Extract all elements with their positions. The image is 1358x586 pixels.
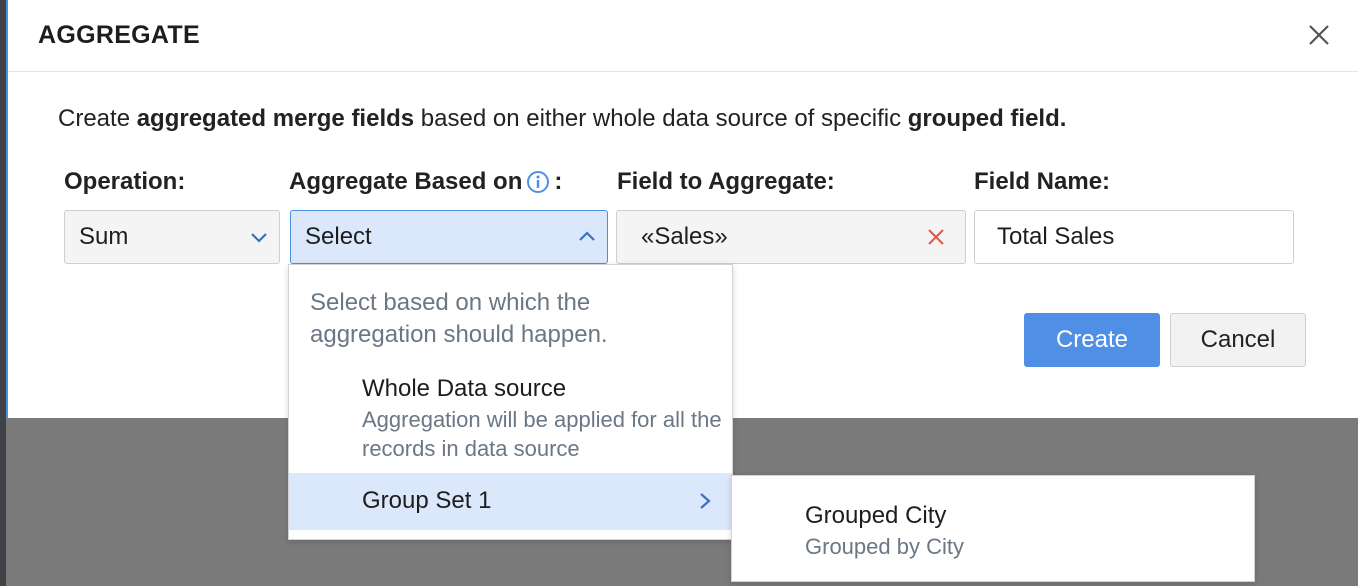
field-name-label: Field Name: [974, 168, 1111, 195]
operation-label: Operation: [64, 168, 186, 195]
field-to-aggregate-label: Field to Aggregate: [617, 168, 835, 195]
submenu-item-title: Grouped City [805, 502, 947, 529]
option-subtitle: Aggregation will be applied for all the … [362, 407, 722, 461]
operation-value: Sum [79, 223, 129, 250]
chevron-down-icon [251, 233, 267, 243]
option-title: Whole Data source [362, 375, 567, 402]
clear-icon[interactable] [927, 228, 945, 246]
field-name-input[interactable]: Total Sales [974, 210, 1294, 264]
dialog-header: AGGREGATE [8, 0, 1358, 72]
chevron-up-icon [579, 231, 595, 241]
submenu-item-subtitle: Grouped by City [805, 534, 964, 559]
dropdown-hint: Select based on which the aggregation sh… [310, 289, 608, 348]
aggregate-based-on-label: Aggregate Based on : [289, 168, 563, 195]
aggregate-based-on-dropdown: Select based on which the aggregation sh… [288, 264, 733, 540]
chevron-right-icon [700, 493, 711, 509]
aggregate-based-on-select[interactable]: Select [290, 210, 608, 264]
field-name-value: Total Sales [997, 223, 1115, 250]
field-to-aggregate-input[interactable]: «Sales» [616, 210, 966, 264]
close-button[interactable] [1304, 20, 1334, 50]
info-icon[interactable] [526, 170, 550, 194]
operation-select[interactable]: Sum [64, 210, 280, 264]
cancel-button[interactable]: Cancel [1170, 313, 1306, 367]
submenu-item-grouped-city[interactable]: Grouped City Grouped by City [805, 500, 964, 561]
group-label: Group Set 1 [362, 487, 492, 514]
dialog-description: Create aggregated merge fields based on … [58, 105, 1067, 132]
field-to-aggregate-value: «Sales» [641, 223, 728, 250]
create-button[interactable]: Create [1024, 313, 1160, 367]
aggregate-based-on-value: Select [305, 223, 372, 250]
group-submenu: Grouped City Grouped by City [731, 475, 1255, 582]
close-icon [1309, 25, 1329, 45]
dialog-title: AGGREGATE [38, 21, 200, 49]
option-whole-data-source[interactable]: Whole Data source Aggregation will be ap… [362, 373, 722, 463]
option-group-set-1[interactable]: Group Set 1 [289, 473, 732, 530]
